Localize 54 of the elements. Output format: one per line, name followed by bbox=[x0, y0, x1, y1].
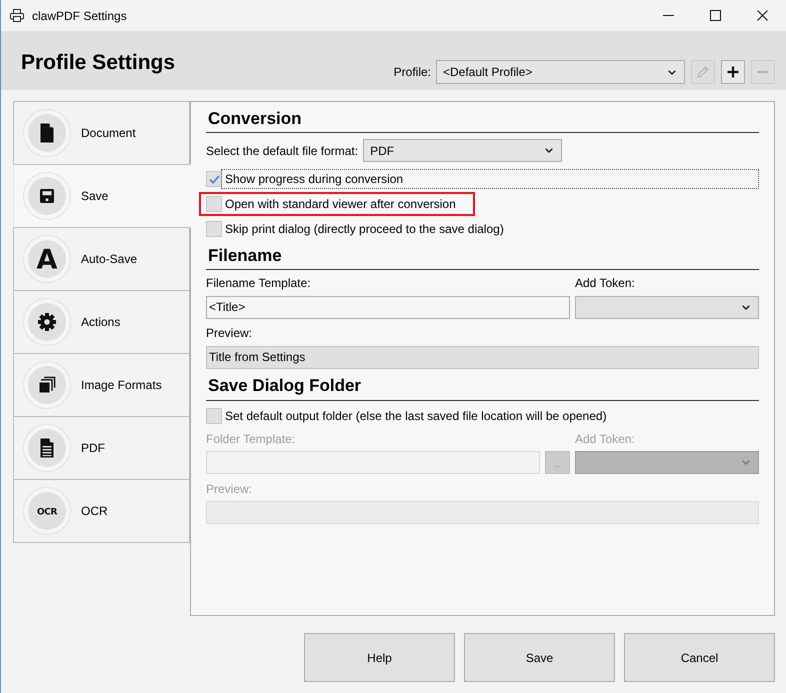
pencil-icon bbox=[696, 65, 710, 79]
plus-icon bbox=[726, 65, 740, 79]
sidebar-item[interactable]: OCR OCR bbox=[13, 479, 190, 543]
profile-label: Profile: bbox=[394, 65, 431, 79]
add-token-dropdown[interactable] bbox=[575, 451, 759, 474]
caret-icon bbox=[742, 305, 750, 310]
add-token-dropdown[interactable] bbox=[575, 296, 759, 319]
section-heading: Save Dialog Folder bbox=[207, 375, 362, 397]
field-label: Preview: bbox=[206, 481, 252, 497]
caret-icon bbox=[668, 70, 676, 74]
section-heading: Filename bbox=[207, 245, 282, 267]
close-icon bbox=[757, 10, 768, 21]
field-label: Preview: bbox=[206, 325, 252, 341]
sidebar-item[interactable]: A Auto-Save bbox=[13, 227, 190, 291]
minimize-icon bbox=[663, 15, 674, 16]
checkbox[interactable] bbox=[206, 221, 222, 237]
sidebar-item[interactable]: Document bbox=[13, 101, 190, 165]
checkbox[interactable] bbox=[206, 171, 222, 187]
window-title: clawPDF Settings bbox=[32, 8, 127, 22]
profile-dropdown[interactable]: <Default Profile> bbox=[436, 60, 685, 84]
floppy-disk-icon bbox=[23, 172, 71, 220]
caret-icon bbox=[545, 148, 554, 153]
sidebar-item[interactable]: PDF bbox=[13, 416, 190, 480]
letter-icon: A bbox=[23, 235, 71, 283]
section-heading: Conversion bbox=[207, 108, 302, 130]
cancel-button[interactable]: Cancel bbox=[624, 633, 775, 682]
document-icon bbox=[23, 109, 71, 157]
stacked-pages-icon bbox=[23, 361, 71, 409]
help-button[interactable]: Help bbox=[304, 633, 455, 682]
gear-icon bbox=[23, 298, 71, 346]
sidebar-item[interactable]: Actions bbox=[13, 290, 190, 354]
file-format-label: Select the default file format: bbox=[206, 142, 358, 158]
field-label: Add Token: bbox=[575, 431, 636, 447]
caret-icon bbox=[742, 460, 750, 465]
sidebar-item[interactable]: Image Formats bbox=[13, 353, 190, 417]
checkbox-label[interactable]: Show progress during conversion bbox=[221, 169, 759, 189]
filename-template-field[interactable]: <Title> bbox=[206, 296, 570, 319]
checkbox-label[interactable]: Skip print dialog (directly proceed to the save dialog) bbox=[221, 219, 508, 239]
sidebar-item[interactable]: Save bbox=[13, 164, 191, 228]
checkbox-label[interactable]: Open with standard viewer after conversion bbox=[221, 194, 460, 214]
save-button[interactable]: Save bbox=[464, 633, 615, 682]
field-label: Filename Template: bbox=[206, 275, 312, 291]
preview-field: Title from Settings bbox=[206, 346, 759, 369]
printer-icon bbox=[10, 9, 24, 22]
field-label: Folder Template: bbox=[206, 431, 296, 447]
file-format-dropdown[interactable]: PDF bbox=[363, 139, 562, 162]
page-title: Profile Settings bbox=[21, 50, 176, 76]
checkbox[interactable] bbox=[206, 196, 222, 212]
text-page-icon bbox=[23, 424, 71, 472]
checkmark-icon bbox=[208, 174, 220, 184]
add-profile-button[interactable] bbox=[721, 60, 745, 84]
maximize-icon bbox=[710, 10, 721, 21]
ocr-icon: OCR bbox=[23, 487, 71, 535]
field-label: Add Token: bbox=[575, 275, 636, 291]
